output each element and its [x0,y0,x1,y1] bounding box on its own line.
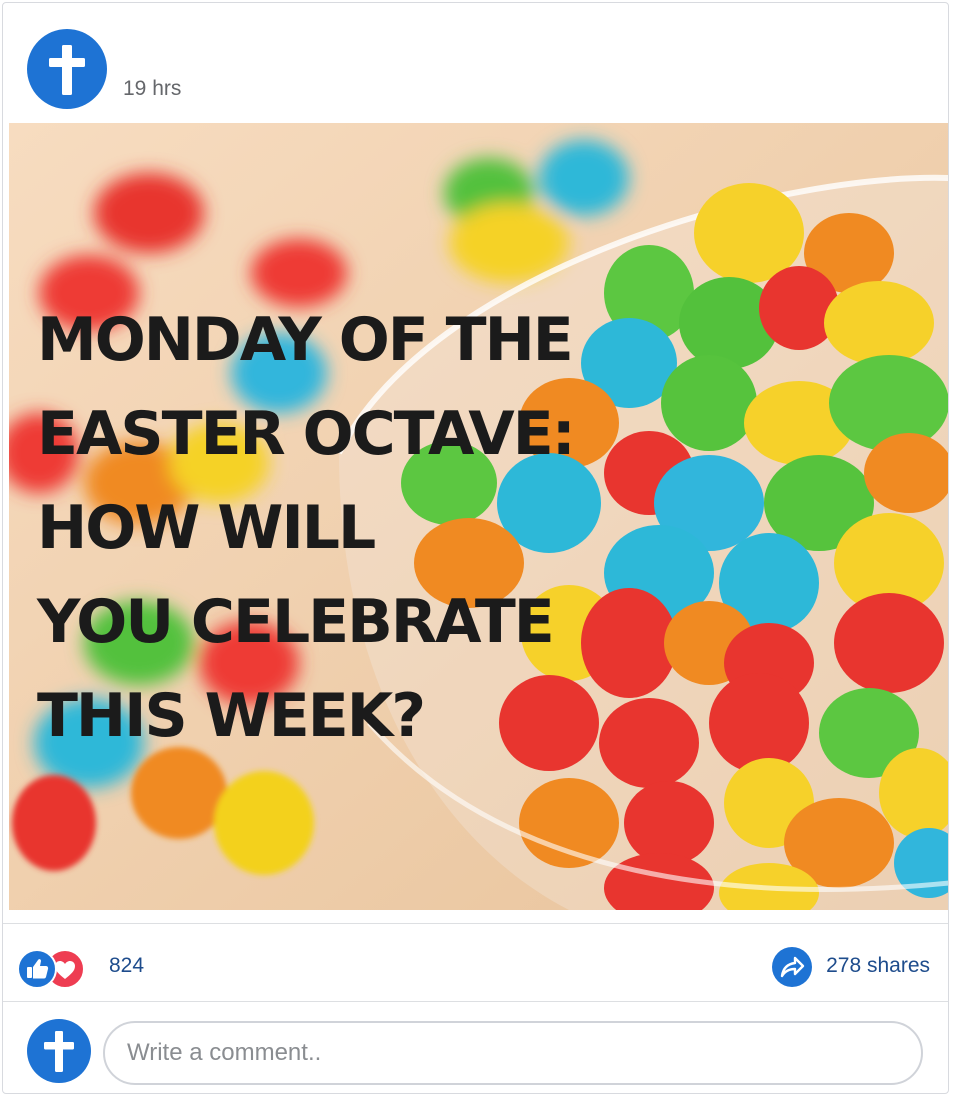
divider [3,1001,948,1002]
post-timestamp[interactable]: 19 hrs [123,77,181,101]
post-card: 19 hrs MONDAY OF THE EASTER OCTAVE: HOW … [2,2,949,1094]
headline-line: HOW WILL [37,493,376,563]
commenter-avatar[interactable] [27,1019,91,1083]
cross-icon [44,1031,74,1072]
post-stats: 824 278 shares [3,931,948,1001]
post-image[interactable]: MONDAY OF THE EASTER OCTAVE: HOW WILL YO… [9,123,948,910]
author-avatar[interactable] [27,29,107,109]
comment-composer [3,1003,948,1093]
headline-line: THIS WEEK? [37,681,426,751]
thumbs-up-icon [17,949,57,989]
headline-line: YOU CELEBRATE [37,587,555,657]
headline-line: MONDAY OF THE [37,305,574,375]
share-count[interactable]: 278 shares [826,954,930,978]
reaction-count[interactable]: 824 [109,954,144,978]
divider [3,923,948,924]
cross-icon [49,45,85,95]
share-arrow-icon [772,947,812,987]
post-headline: MONDAY OF THE EASTER OCTAVE: HOW WILL YO… [37,293,576,763]
post-header: 19 hrs [3,3,948,121]
comment-input[interactable] [103,1021,923,1085]
headline-line: EASTER OCTAVE: [37,399,576,469]
